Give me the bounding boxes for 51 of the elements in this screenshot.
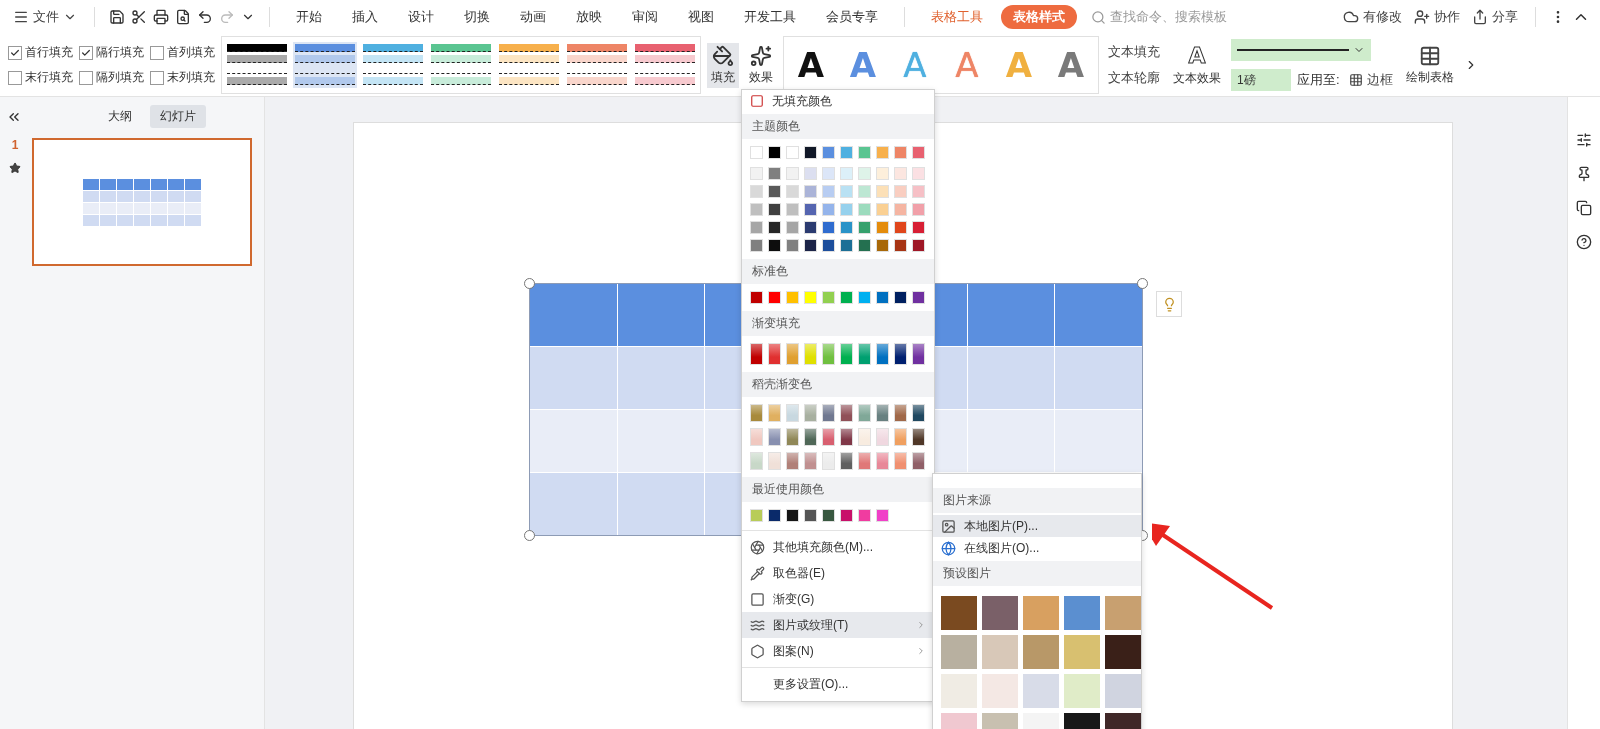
section-title: 图片来源 [933,488,1141,513]
section-title: 稻壳渐变色 [742,372,934,397]
border-button[interactable]: 边框 [1345,71,1396,89]
toolbar-button[interactable]: 分享 [1469,8,1521,26]
slide-number: 1 [11,138,19,152]
text-outline-button[interactable]: 文本轮廓 [1105,69,1163,87]
ribbon-tab[interactable]: 插入 [340,5,390,29]
ribbon-tab[interactable]: 开发工具 [732,5,808,29]
option-checkbox[interactable]: 末列填充 [150,69,215,86]
ribbon-tab[interactable]: 开始 [284,5,334,29]
ribbon-tab[interactable]: 设计 [396,5,446,29]
apply-to-label: 应用至: [1297,71,1340,89]
ribbon-tab[interactable]: 会员专享 [814,5,890,29]
text-style[interactable]: A [787,45,835,85]
ribbon-tab[interactable]: 审阅 [620,5,670,29]
section-title: 主题颜色 [742,114,934,139]
text-style[interactable]: A [1047,45,1095,85]
menu-item[interactable]: 其他填充颜色(M)... [742,534,934,560]
option-checkbox[interactable]: 隔列填充 [79,69,144,86]
option-checkbox[interactable]: 末行填充 [8,69,73,86]
section-title: 渐变填充 [742,311,934,336]
ribbon-tab[interactable]: 切换 [452,5,502,29]
section-title: 预设图片 [933,561,1141,586]
option-checkbox[interactable]: 首列填充 [150,44,215,61]
menu-item[interactable]: 取色器(E) [742,560,934,586]
file-menu[interactable]: 文件 [10,8,80,26]
toolbar-button[interactable]: 有修改 [1340,8,1405,26]
effect-button[interactable]: 效果 [745,42,777,88]
section-title: 最近使用颜色 [742,477,934,502]
option-checkbox[interactable]: 隔行填充 [79,44,144,61]
menu-item[interactable]: 渐变(G) [742,586,934,612]
fill-button[interactable]: 填充 [707,42,739,88]
menu-item[interactable]: 本地图片(P)... [933,515,1141,537]
toolbar-button[interactable]: 协作 [1411,8,1463,26]
text-fill-button[interactable]: 文本填充 [1105,43,1163,61]
menu-item[interactable]: 在线图片(O)... [933,537,1141,559]
panel-tab[interactable]: 幻灯片 [150,105,206,128]
menu-item[interactable]: 图案(N) [742,638,934,664]
ribbon-tab[interactable]: 视图 [676,5,726,29]
menu-item[interactable]: 图片或纹理(T) [742,612,934,638]
ribbon-tab[interactable]: 动画 [508,5,558,29]
menu-item[interactable]: 更多设置(O)... [742,671,934,697]
ribbon-tab[interactable]: 表格工具 [919,5,995,29]
ribbon-tab[interactable]: 放映 [564,5,614,29]
draw-table-button[interactable]: 绘制表格 [1401,42,1458,88]
section-title: 标准色 [742,259,934,284]
text-effect-button[interactable]: A 文本效果 [1169,41,1225,89]
menu-item[interactable]: 无填充颜色 [742,90,934,112]
line-weight-dropdown[interactable]: 1磅 [1231,69,1291,91]
panel-tab[interactable]: 大纲 [98,105,142,128]
option-checkbox[interactable]: 首行填充 [8,44,73,61]
